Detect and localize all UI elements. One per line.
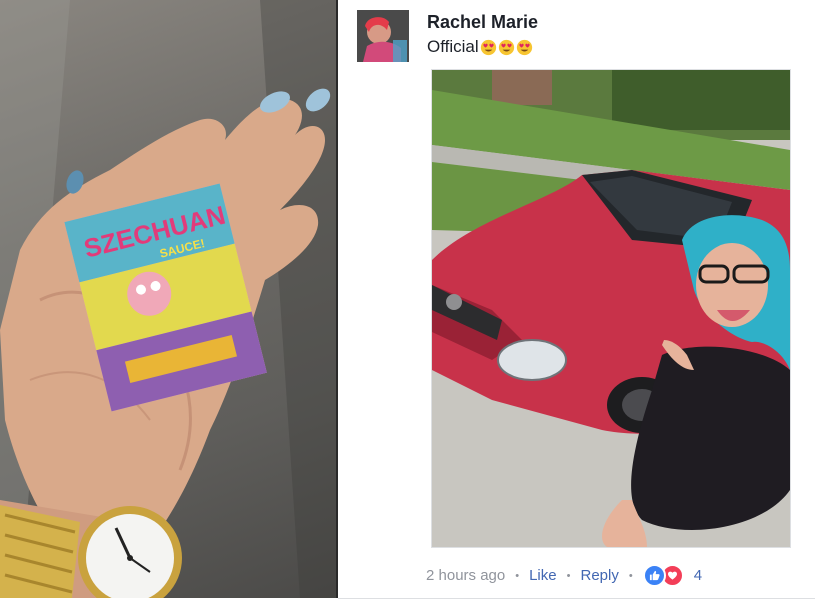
avatar[interactable] — [357, 10, 409, 62]
red-car-selfie-image — [432, 70, 790, 547]
heart-eyes-emoji-icon — [480, 39, 496, 55]
comment-timestamp[interactable]: 2 hours ago — [426, 567, 505, 584]
comment-photo[interactable] — [431, 69, 791, 548]
reply-button[interactable]: Reply — [580, 567, 618, 584]
like-button[interactable]: Like — [529, 567, 557, 584]
author-name-link[interactable]: Rachel Marie — [427, 12, 538, 33]
separator-dot: • — [515, 569, 520, 582]
comment-meta-bar: 2 hours ago • Like • Reply • 4 — [426, 564, 702, 587]
like-reaction-icon — [642, 564, 666, 587]
heart-eyes-emoji-icon — [516, 39, 532, 55]
separator-dot: • — [628, 569, 633, 582]
reactions-summary[interactable]: 4 — [642, 564, 703, 587]
separator-dot: • — [566, 569, 571, 582]
reaction-count: 4 — [693, 567, 703, 584]
hand-holding-card-photo: SZECHUAN SAUCE! — [0, 0, 336, 598]
comment-text: Official — [427, 37, 479, 56]
profile-picture — [357, 10, 409, 62]
facebook-comment: Rachel Marie Official 2 hours ago • Like… — [338, 0, 815, 599]
comment-body: Official — [427, 37, 533, 57]
heart-eyes-emoji-icon — [498, 39, 514, 55]
